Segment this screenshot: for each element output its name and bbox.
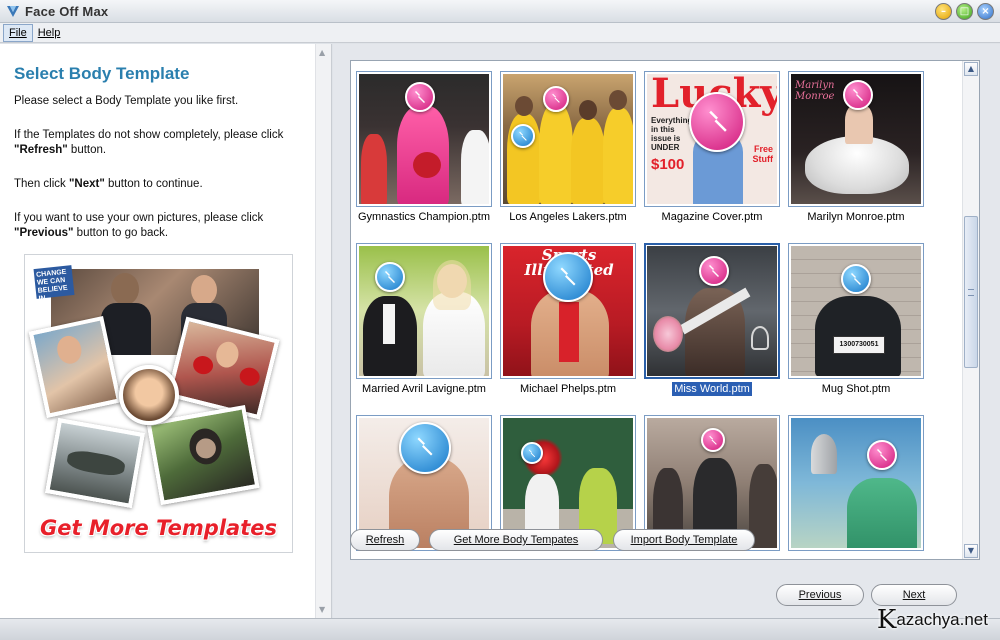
template-tile[interactable]: Gymnastics Champion.ptm [356, 71, 492, 223]
face-swap-icon [511, 124, 535, 148]
gallery-scrollbar[interactable]: ▲ ▼ [962, 61, 979, 559]
scroll-up-button[interactable]: ▲ [964, 62, 978, 76]
face-swap-icon [699, 256, 729, 286]
template-tile[interactable]: Los Angeles Lakers.ptm [500, 71, 636, 223]
mugshot-placard: 1300730051 [833, 336, 885, 354]
promo-sign: CHANGE WE CAN BELIEVE IN [33, 265, 75, 303]
template-name-selected: Miss World.ptm [671, 381, 753, 397]
menu-file[interactable]: File [3, 23, 33, 42]
template-gallery[interactable]: Gymnastics Champion.ptm Los Angeles Lake… [350, 60, 980, 560]
template-tile[interactable] [788, 415, 924, 555]
face-swap-icon [543, 86, 569, 112]
menu-bar: File Help [0, 23, 1000, 43]
magazine-price: $100 [651, 156, 685, 173]
instruction-2: If the Templates do not show completely,… [14, 129, 284, 156]
scroll-down-button[interactable]: ▼ [964, 544, 978, 558]
template-name: Gymnastics Champion.ptm [357, 211, 491, 223]
template-tile[interactable]: Married Avril Lavigne.ptm [356, 243, 492, 395]
instruction-3: Then click "Next" button to continue. [14, 178, 203, 190]
face-swap-icon [375, 262, 405, 292]
instruction-1: Please select a Body Template you like f… [14, 95, 239, 107]
watermark: Kazachya.net [876, 605, 988, 635]
title-bar: Face Off Max – □ × [0, 0, 1000, 23]
instructions-panel: Select Body Template Please select a Bod… [0, 44, 332, 618]
maximize-button[interactable]: □ [956, 3, 973, 20]
scroll-up-icon[interactable]: ▲ [319, 48, 325, 57]
promo-photo-helicopter [45, 417, 145, 509]
promo-title: Get More Templates [40, 516, 277, 540]
instruction-4: If you want to use your own pictures, pl… [14, 212, 264, 239]
template-name: Mug Shot.ptm [821, 383, 891, 395]
face-swap-icon [521, 442, 543, 464]
get-more-templates-banner[interactable]: CHANGE WE CAN BELIEVE IN Get More Templa… [24, 254, 293, 553]
magazine-side: Free Stuff [752, 144, 774, 164]
template-tile[interactable]: Sports Illustrated Michael Phelps.ptm [500, 243, 636, 395]
template-name: Magazine Cover.ptm [661, 211, 763, 223]
get-more-templates-button[interactable]: Get More Body Tempates [429, 529, 603, 551]
template-thumbnail[interactable] [788, 415, 924, 551]
close-button[interactable]: × [977, 3, 994, 20]
face-swap-icon [841, 264, 871, 294]
panel-title: Select Body Template [14, 64, 190, 83]
template-tile[interactable]: Lucky Everything in this issue is UNDER … [644, 71, 780, 223]
template-thumbnail[interactable]: 1300730051 [788, 243, 924, 379]
scroll-down-icon[interactable]: ▼ [319, 605, 325, 614]
face-swap-icon [867, 440, 897, 470]
minimize-button[interactable]: – [935, 3, 952, 20]
window-title: Face Off Max [25, 3, 109, 19]
next-button[interactable]: Next [871, 584, 957, 606]
marilyn-caption: Marilyn Monroe [795, 80, 835, 102]
face-swap-icon [689, 92, 745, 152]
face-swap-icon [399, 422, 451, 474]
template-thumbnail[interactable] [500, 71, 636, 207]
template-thumbnail[interactable]: Sports Illustrated [500, 243, 636, 379]
menu-help[interactable]: Help [33, 25, 66, 41]
template-tile[interactable]: 1300730051 Mug Shot.ptm [788, 243, 924, 395]
previous-button[interactable]: Previous [776, 584, 864, 606]
template-name: Married Avril Lavigne.ptm [362, 383, 486, 395]
promo-photo-boxer [166, 316, 280, 420]
face-swap-icon [701, 428, 725, 452]
template-thumbnail-selected[interactable] [644, 243, 780, 379]
template-thumbnail[interactable]: Lucky Everything in this issue is UNDER … [644, 71, 780, 207]
template-name: Marilyn Monroe.ptm [807, 211, 905, 223]
template-tile[interactable]: Miss World.ptm [644, 243, 780, 397]
left-panel-scrollbar[interactable]: ▲ ▼ [315, 44, 331, 618]
template-area: Gymnastics Champion.ptm Los Angeles Lake… [333, 44, 1000, 618]
template-name: Los Angeles Lakers.ptm [509, 211, 627, 223]
import-body-template-button[interactable]: Import Body Template [613, 529, 755, 551]
status-bar [0, 618, 1000, 640]
face-swap-icon [405, 82, 435, 112]
app-logo-icon [7, 6, 19, 17]
template-tile[interactable]: Marilyn Monroe Marilyn Monroe.ptm [788, 71, 924, 223]
face-swap-icon [843, 80, 873, 110]
promo-photo-face-circle [119, 365, 179, 425]
template-name: Michael Phelps.ptm [520, 383, 616, 395]
template-thumbnail[interactable]: Marilyn Monroe [788, 71, 924, 207]
face-swap-icon [543, 252, 593, 302]
template-thumbnail[interactable] [356, 243, 492, 379]
template-thumbnail[interactable] [356, 71, 492, 207]
scrollbar-thumb[interactable] [964, 216, 978, 368]
refresh-button[interactable]: Refresh [350, 529, 420, 551]
